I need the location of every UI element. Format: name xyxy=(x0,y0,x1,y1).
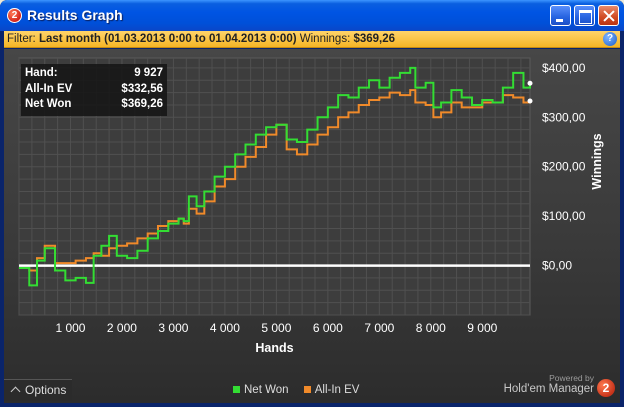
stat-row-all-in-ev: All-In EV $332,56 xyxy=(25,83,163,99)
window-title: Results Graph xyxy=(27,7,123,23)
x-tick-label: 7 000 xyxy=(364,321,394,335)
x-tick-label: 2 000 xyxy=(107,321,137,335)
x-tick-label: 3 000 xyxy=(158,321,188,335)
options-button[interactable]: Options xyxy=(4,379,72,401)
legend-item-net-won[interactable]: Net Won xyxy=(233,384,289,396)
stat-row-net-won: Net Won $369,26 xyxy=(25,98,163,114)
y-tick-label: $400,00 xyxy=(542,61,586,75)
results-graph-window: 2 Results Graph Filter: Last month (01.0… xyxy=(0,0,624,407)
brand-logo-icon: 2 xyxy=(597,379,615,397)
filter-bar: Filter: Last month (01.03.2013 0:00 to 0… xyxy=(4,31,620,48)
x-tick-label: 6 000 xyxy=(313,321,343,335)
legend-label: Net Won xyxy=(244,384,289,396)
stat-label: Hand: xyxy=(25,67,58,79)
x-axis-label: Hands xyxy=(255,341,293,355)
y-axis-label: Winnings xyxy=(590,133,604,189)
y-tick-label: $300,00 xyxy=(542,110,586,124)
y-tick-label: $100,00 xyxy=(542,209,586,223)
legend-label: All-In EV xyxy=(314,384,360,396)
winnings-label: Winnings: xyxy=(299,33,351,45)
legend-swatch-all-in-ev xyxy=(303,386,311,393)
branding: Powered by Hold'em Manager 2 xyxy=(503,373,615,397)
brand-name: Hold'em Manager xyxy=(503,383,594,395)
bottom-bar: Options Net Won All-In EV Powered by Hol… xyxy=(4,373,620,403)
stat-value: $369,26 xyxy=(121,98,163,110)
x-tick-label: 9 000 xyxy=(467,321,497,335)
graph-panel: 1 000 2 000 3 000 4 000 5 000 6 000 7 000 8 000… xyxy=(4,49,620,403)
x-tick-label: 1 000 xyxy=(55,321,85,335)
stats-box: Hand: 9 927 All-In EV $332,56 Net Won $3… xyxy=(21,64,167,116)
stat-label: All-In EV xyxy=(25,82,73,95)
chart-legend: Net Won All-In EV xyxy=(233,384,371,396)
stat-value: $332,56 xyxy=(121,82,163,95)
y-tick-label: $200,00 xyxy=(542,160,586,174)
chevron-up-icon xyxy=(10,386,21,397)
powered-by-text: Powered by xyxy=(549,373,594,383)
help-icon[interactable]: ? xyxy=(603,32,617,46)
legend-swatch-net-won xyxy=(233,386,240,393)
app-logo-icon: 2 xyxy=(7,8,22,23)
x-tick-label: 4 000 xyxy=(210,321,240,335)
winnings-value: $369,26 xyxy=(353,33,396,45)
y-tick-label: $0,00 xyxy=(542,259,572,273)
legend-item-all-in-ev[interactable]: All-In EV xyxy=(303,384,360,396)
x-tick-label: 8 000 xyxy=(416,321,446,335)
close-button[interactable] xyxy=(598,5,619,26)
x-tick-label: 5 000 xyxy=(261,321,291,335)
filter-label: Filter: xyxy=(7,33,36,45)
stat-label: Net Won xyxy=(25,98,72,110)
minimize-button[interactable] xyxy=(550,5,571,26)
series-end-point xyxy=(527,98,533,104)
options-label: Options xyxy=(25,383,67,397)
title-bar[interactable]: 2 Results Graph xyxy=(0,0,624,31)
stat-row-hands: Hand: 9 927 xyxy=(25,67,163,83)
filter-value: Last month (01.03.2013 0:00 to 01.04.201… xyxy=(38,33,297,45)
filter-summary: Filter: Last month (01.03.2013 0:00 to 0… xyxy=(7,33,395,45)
maximize-button[interactable] xyxy=(574,5,595,26)
stat-value: 9 927 xyxy=(134,67,163,79)
series-end-point xyxy=(527,80,533,86)
